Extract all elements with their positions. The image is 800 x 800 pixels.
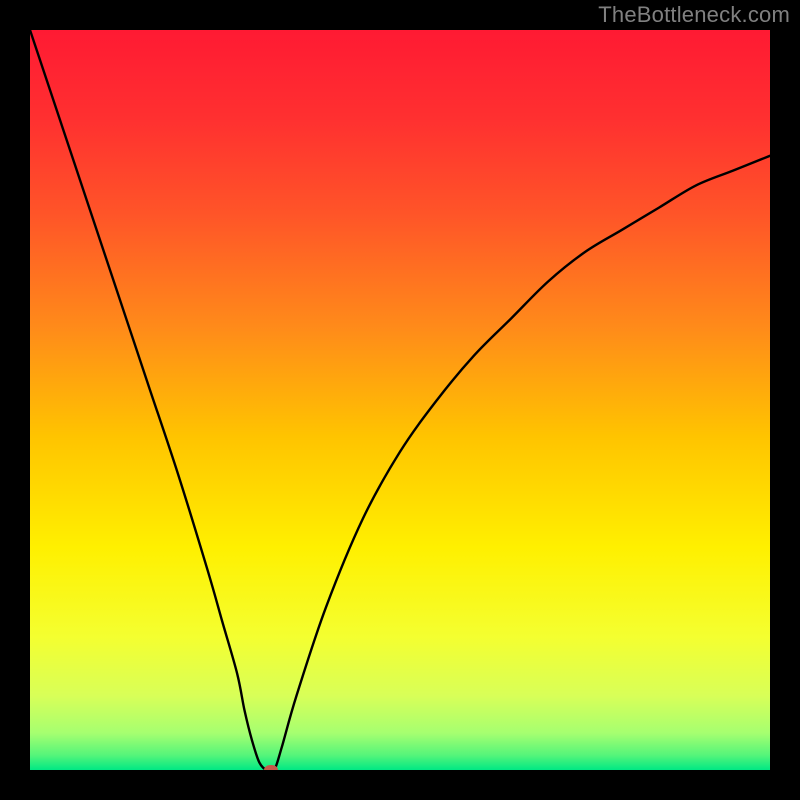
chart-frame: TheBottleneck.com (0, 0, 800, 800)
optimal-point-marker (264, 765, 278, 770)
bottleneck-curve (30, 30, 770, 770)
plot-area (30, 30, 770, 770)
watermark-text: TheBottleneck.com (598, 2, 790, 28)
